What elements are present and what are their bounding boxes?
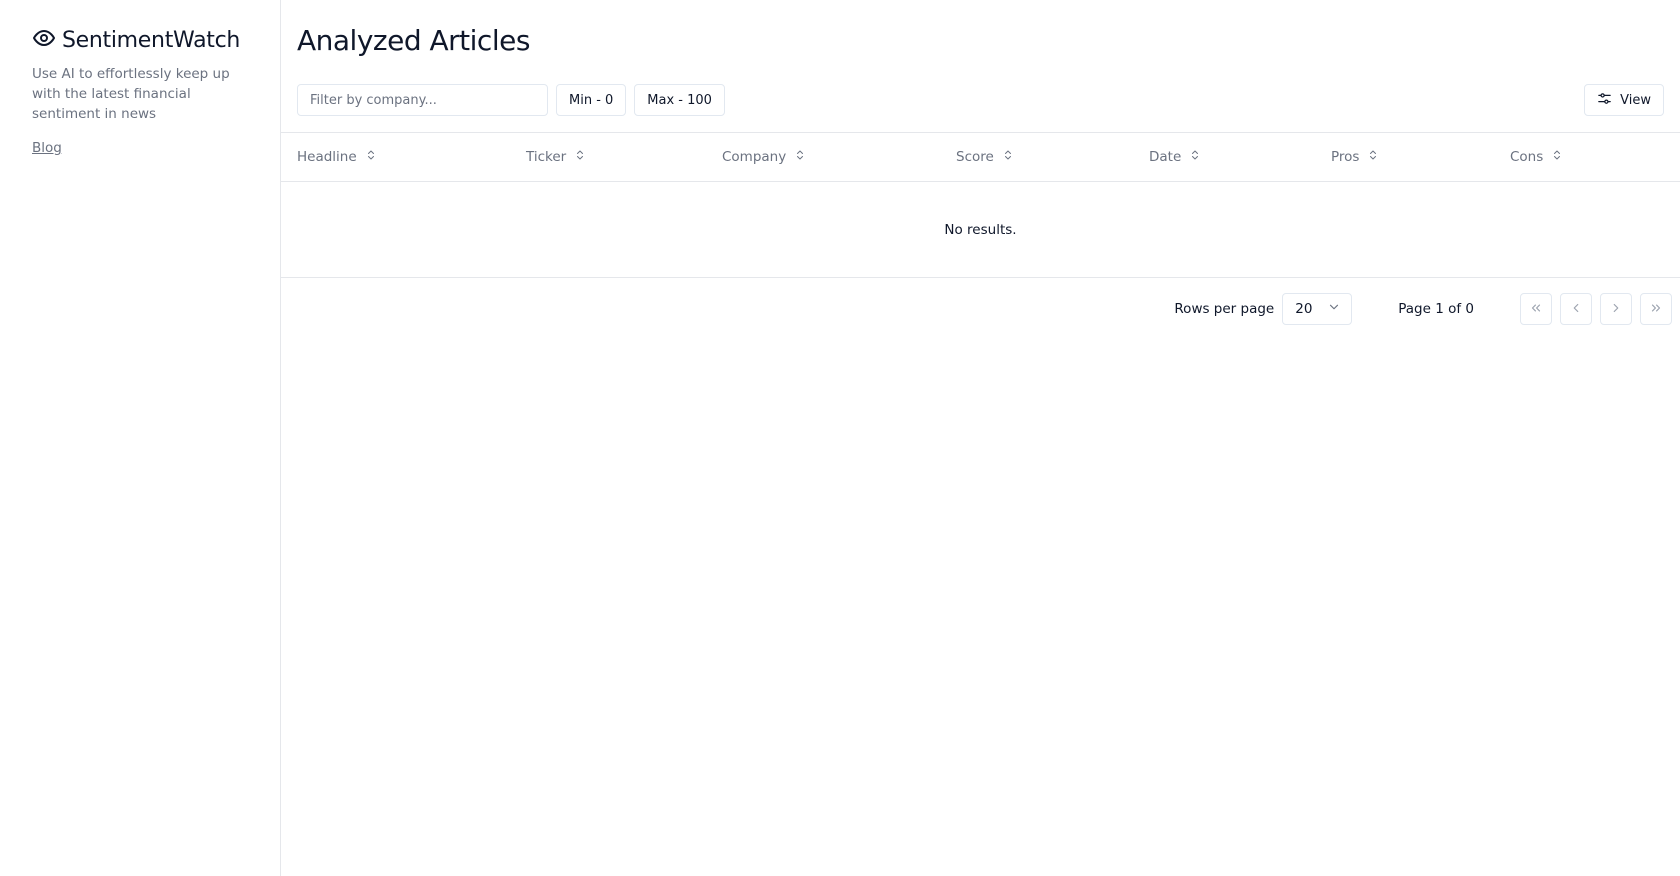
column-header-pros[interactable]: Pros: [1315, 133, 1494, 181]
table-header: Headline Ticker Company Score Date Pros …: [281, 133, 1680, 182]
max-score-button[interactable]: Max - 100: [634, 84, 725, 116]
tagline: Use AI to effortlessly keep up with the …: [32, 66, 230, 122]
column-header-headline[interactable]: Headline: [281, 133, 510, 181]
rows-per-page-select[interactable]: 20: [1282, 293, 1353, 325]
column-label: Date: [1149, 149, 1182, 165]
sort-icon: [1002, 149, 1014, 165]
view-button[interactable]: View: [1584, 84, 1664, 116]
chevrons-right-icon: [1649, 301, 1663, 318]
page-buttons: [1520, 293, 1672, 325]
sliders-icon: [1597, 91, 1612, 110]
rows-per-page-label: Rows per page: [1174, 301, 1275, 317]
page-title: Analyzed Articles: [297, 24, 530, 57]
column-header-company[interactable]: Company: [706, 133, 940, 181]
column-header-cons[interactable]: Cons: [1494, 133, 1680, 181]
empty-state-text: No results.: [944, 221, 1017, 238]
page-info: Page 1 of 0: [1398, 301, 1474, 317]
eye-icon: [32, 26, 56, 54]
column-header-ticker[interactable]: Ticker: [510, 133, 706, 181]
column-label: Ticker: [526, 149, 567, 165]
sort-icon: [365, 149, 377, 165]
column-header-score[interactable]: Score: [940, 133, 1133, 181]
last-page-button[interactable]: [1640, 293, 1672, 325]
column-label: Cons: [1510, 149, 1544, 165]
sort-icon: [1367, 149, 1379, 165]
view-button-label: View: [1620, 92, 1651, 108]
chevron-left-icon: [1569, 301, 1583, 318]
min-score-button[interactable]: Min - 0: [556, 84, 627, 116]
brand-name: SentimentWatch: [62, 27, 241, 53]
brand[interactable]: SentimentWatch: [32, 26, 248, 54]
chevron-right-icon: [1609, 301, 1623, 318]
sidebar: SentimentWatch Use AI to effortlessly ke…: [0, 0, 281, 876]
column-label: Score: [956, 149, 994, 165]
pagination: Rows per page 20 Page 1 of 0: [1174, 293, 1672, 325]
sort-icon: [1189, 149, 1201, 165]
column-header-date[interactable]: Date: [1133, 133, 1315, 181]
toolbar: Min - 0 Max - 100 View: [297, 84, 1664, 116]
chevrons-left-icon: [1529, 301, 1543, 318]
column-label: Pros: [1331, 149, 1360, 165]
previous-page-button[interactable]: [1560, 293, 1592, 325]
first-page-button[interactable]: [1520, 293, 1552, 325]
app-root: SentimentWatch Use AI to effortlessly ke…: [0, 0, 1680, 876]
column-label: Headline: [297, 149, 357, 165]
articles-table: Headline Ticker Company Score Date Pros …: [281, 132, 1680, 278]
column-label: Company: [722, 149, 787, 165]
next-page-button[interactable]: [1600, 293, 1632, 325]
sort-icon: [794, 149, 806, 165]
blog-link[interactable]: Blog: [32, 140, 62, 156]
empty-state-row: No results.: [281, 182, 1680, 278]
company-filter-input[interactable]: [297, 84, 548, 116]
sort-icon: [1551, 149, 1563, 165]
main-content: Analyzed Articles Min - 0 Max - 100 View: [281, 0, 1680, 876]
sort-icon: [574, 149, 586, 165]
chevron-down-icon: [1327, 300, 1341, 318]
rows-per-page-value: 20: [1295, 301, 1313, 317]
